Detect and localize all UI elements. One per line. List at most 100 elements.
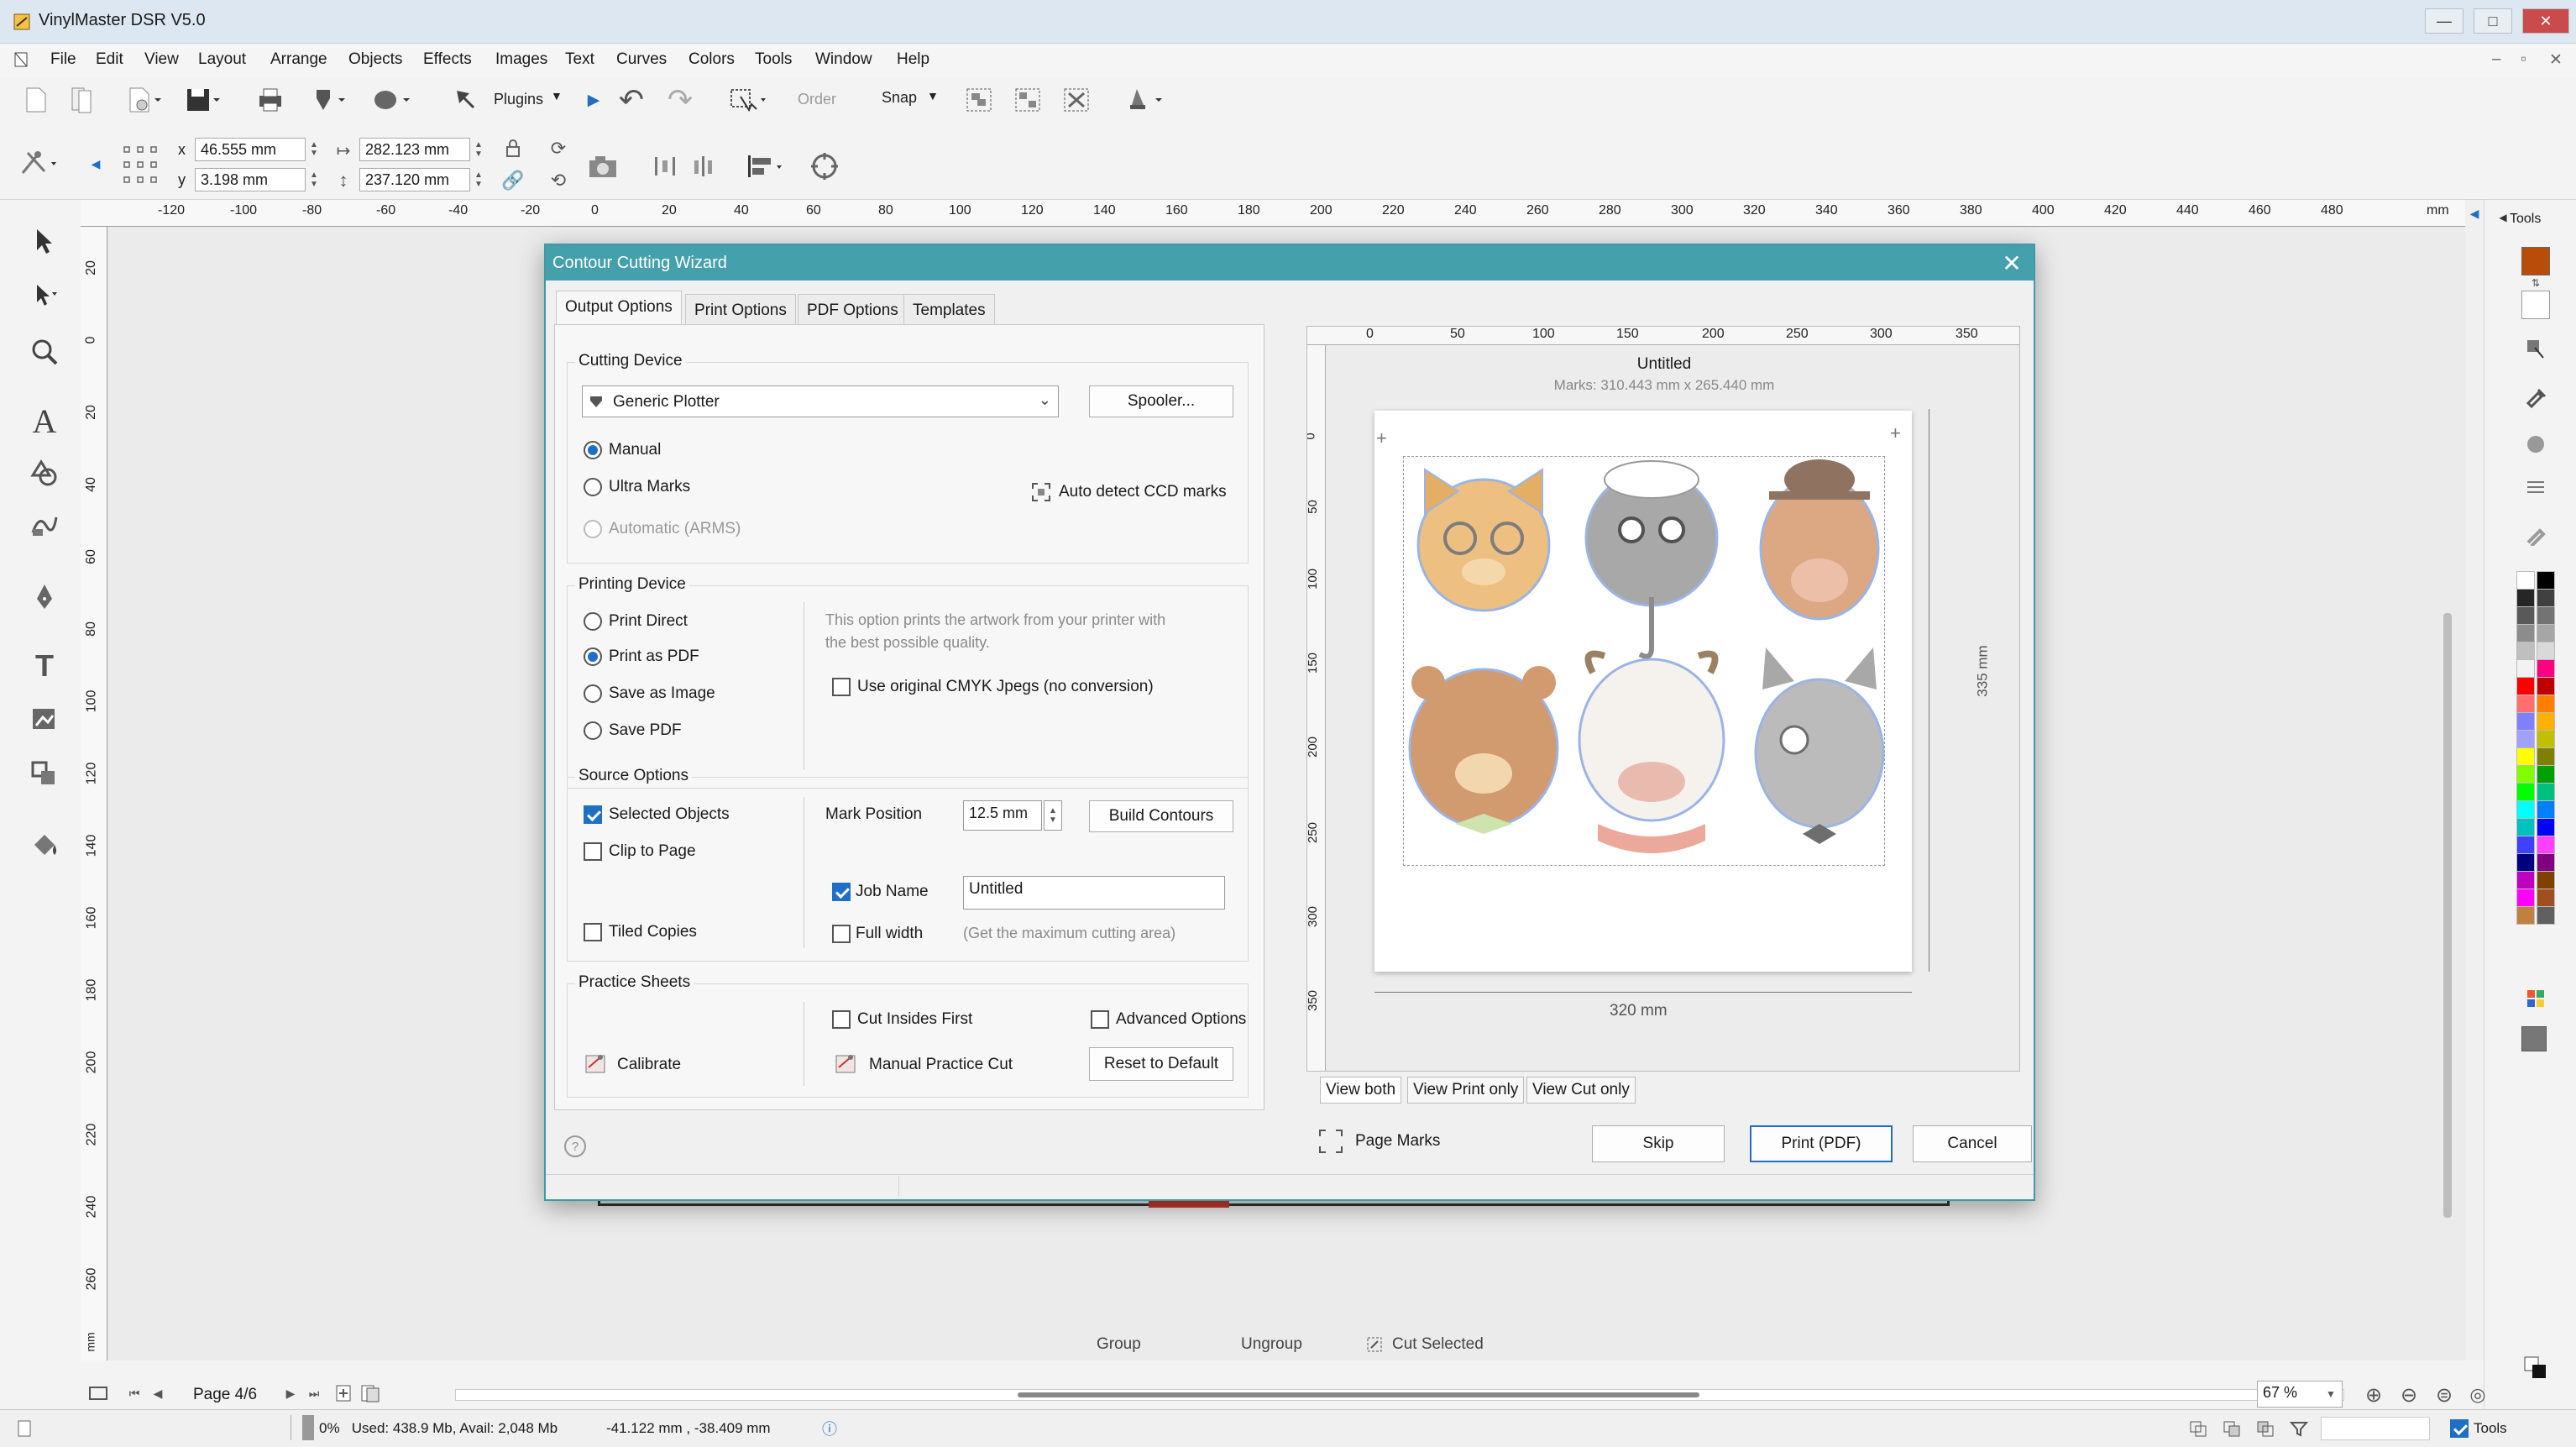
plugins-button[interactable]: Plugins	[494, 91, 543, 108]
freehand-tool-icon[interactable]	[25, 506, 64, 544]
save-icon[interactable]	[183, 84, 223, 116]
palette-swatch[interactable]	[2516, 695, 2535, 713]
ungroup-icon[interactable]	[1011, 84, 1045, 116]
close-window-button[interactable]: ✕	[2522, 8, 2569, 34]
palette-swatch[interactable]	[2516, 589, 2535, 607]
palette-swatch[interactable]	[2537, 747, 2555, 766]
minimize-button[interactable]: —	[2425, 8, 2463, 34]
stroke-color-swatch[interactable]	[2521, 291, 2550, 319]
page-marks-icon[interactable]	[1317, 1127, 1345, 1156]
spooler-button[interactable]: Spooler...	[1089, 385, 1233, 417]
y-position-field[interactable]: 3.198 mm	[195, 168, 306, 191]
palette-swatch[interactable]	[2516, 800, 2535, 819]
layers-icon[interactable]	[2521, 334, 2550, 363]
snap-grid-icon[interactable]	[2186, 1418, 2210, 1439]
selected-objects-checkbox[interactable]	[584, 805, 602, 824]
menu-effects[interactable]: Effects	[423, 50, 472, 69]
palette-swatch[interactable]	[2516, 747, 2535, 766]
maximize-button[interactable]: □	[2474, 8, 2512, 34]
palette-swatch[interactable]	[2537, 800, 2555, 819]
palette-swatch[interactable]	[2537, 853, 2555, 872]
palette-settings-icon[interactable]	[2521, 984, 2550, 1013]
open-document-icon[interactable]	[124, 84, 165, 116]
palette-swatch[interactable]	[2537, 765, 2555, 784]
info-icon[interactable]: ⓘ	[819, 1418, 840, 1439]
zoom-in-icon[interactable]: ⊕	[2361, 1382, 2386, 1408]
palette-swatch[interactable]	[2537, 730, 2555, 748]
snap-dropdown-icon[interactable]: ▼	[927, 89, 939, 102]
cut-selected-button[interactable]: Cut Selected	[1392, 1335, 1484, 1354]
reference-point-icon[interactable]	[118, 139, 165, 190]
mode-automatic-radio[interactable]	[584, 520, 602, 538]
plugins-dropdown-icon[interactable]: ▼	[551, 89, 563, 102]
palette-swatch[interactable]	[2537, 659, 2555, 678]
doc-close-button[interactable]: ✕	[2549, 50, 2563, 70]
advanced-options-checkbox[interactable]	[1091, 1010, 1109, 1029]
distribute-v-icon[interactable]	[689, 149, 719, 183]
lock-icon[interactable]	[500, 136, 526, 161]
print-icon[interactable]	[254, 84, 287, 116]
mode-ultra-marks-radio[interactable]	[584, 478, 602, 496]
mark-position-spinner[interactable]: ▲ ▼	[1044, 800, 1062, 831]
collapse-right-icon[interactable]: ◀	[2465, 202, 2484, 225]
calibrate-button[interactable]: Calibrate	[617, 1056, 681, 1074]
fill-stroke-toggle-icon[interactable]	[2518, 1350, 2552, 1384]
redo-icon[interactable]: ↷	[662, 82, 699, 117]
auto-detect-ccd-label[interactable]: Auto detect CCD marks	[1059, 483, 1227, 501]
doc-restore-button[interactable]: ▫	[2521, 50, 2526, 69]
palette-swatch[interactable]	[2516, 818, 2535, 836]
palette-swatch[interactable]	[2537, 906, 2555, 925]
palette-swatch[interactable]	[2537, 695, 2555, 713]
menu-help[interactable]: Help	[897, 50, 929, 69]
job-name-field[interactable]: Untitled	[963, 876, 1225, 910]
menu-window[interactable]: Window	[815, 50, 872, 69]
tiled-copies-checkbox[interactable]	[584, 923, 602, 941]
filter-icon[interactable]	[2287, 1418, 2311, 1439]
calibrate-icon[interactable]	[582, 1049, 610, 1077]
dialog-close-button[interactable]: ✕	[1995, 247, 2029, 279]
palette-swatch[interactable]	[2537, 871, 2555, 889]
tab-pdf-options[interactable]: PDF Options	[798, 294, 908, 324]
group-icon[interactable]	[962, 84, 996, 116]
palette-swatch[interactable]	[2537, 677, 2555, 695]
next-page-icon[interactable]: ▶	[280, 1382, 301, 1404]
cutting-device-select[interactable]: Generic Plotter ⌄	[582, 385, 1059, 417]
palette-swatch[interactable]	[2516, 730, 2535, 748]
palette-swatch[interactable]	[2537, 836, 2555, 854]
menu-layout[interactable]: Layout	[198, 50, 246, 69]
y-spinner[interactable]: ▲ ▼	[306, 168, 322, 191]
scrollbar-thumb[interactable]	[1018, 1392, 1699, 1397]
new-document-icon[interactable]	[20, 84, 52, 116]
page-marks-label[interactable]: Page Marks	[1355, 1132, 1440, 1151]
distribute-h-icon[interactable]	[650, 149, 680, 183]
zoom-tool-icon[interactable]	[25, 333, 64, 371]
snap-guides-icon[interactable]	[2254, 1418, 2277, 1439]
add-page-icon[interactable]	[332, 1382, 354, 1404]
link-icon[interactable]: 🔗	[500, 168, 526, 193]
palette-swatch[interactable]	[2516, 571, 2535, 590]
manual-practice-cut-icon[interactable]	[832, 1049, 861, 1077]
palette-swatch[interactable]	[2516, 783, 2535, 801]
menu-colors[interactable]: Colors	[689, 50, 735, 69]
first-page-icon[interactable]: ⏮	[124, 1382, 144, 1404]
palette-swatch[interactable]	[2516, 659, 2535, 678]
manual-practice-cut-button[interactable]: Manual Practice Cut	[869, 1056, 1013, 1074]
palette-swatch[interactable]	[2537, 712, 2555, 731]
shape-tool-icon[interactable]	[17, 146, 64, 180]
palette-swatch[interactable]	[2537, 818, 2555, 836]
view-print-only-tab[interactable]: View Print only	[1407, 1077, 1525, 1104]
page-list-icon[interactable]	[358, 1382, 383, 1404]
x-spinner[interactable]: ▲ ▼	[306, 138, 322, 161]
x-position-field[interactable]: 46.555 mm	[195, 138, 306, 161]
menu-objects[interactable]: Objects	[348, 50, 402, 69]
palette-swatch[interactable]	[2516, 677, 2535, 695]
palette-swatch[interactable]	[2537, 624, 2555, 642]
camera-icon[interactable]	[584, 149, 623, 183]
group-button[interactable]: Group	[1097, 1335, 1141, 1354]
snap-objects-icon[interactable]	[2220, 1418, 2244, 1439]
snap-button[interactable]: Snap	[882, 89, 917, 107]
rotate-icon[interactable]: ⟳	[546, 136, 571, 161]
tab-templates[interactable]: Templates	[903, 294, 995, 324]
palette-swatch[interactable]	[2516, 712, 2535, 731]
cancel-button[interactable]: Cancel	[1913, 1125, 2032, 1162]
